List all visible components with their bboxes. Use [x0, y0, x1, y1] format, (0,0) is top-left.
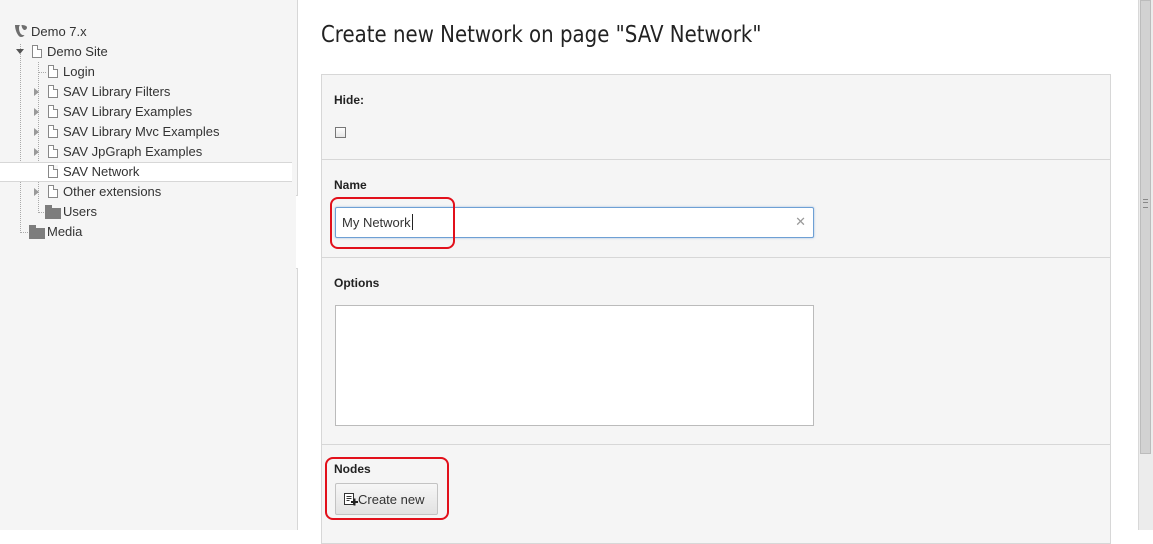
tree-item-sav-library-filters[interactable]: SAV Library Filters: [0, 82, 200, 102]
tree-item-label: SAV Library Examples: [63, 104, 193, 119]
tree-root-label: Demo 7.x: [31, 24, 87, 39]
page-icon: [32, 45, 42, 58]
tree-item-label: Media: [47, 224, 83, 239]
tree-item-sav-jpgraph-examples[interactable]: SAV JpGraph Examples: [0, 142, 220, 162]
tree-item-label: SAV Network: [63, 164, 140, 179]
tree-item-label: Login: [63, 64, 95, 79]
tree-item-sav-library-examples[interactable]: SAV Library Examples: [0, 102, 220, 122]
record-form: Hide: Name My Network ✕ Options Nodes Cr…: [321, 74, 1111, 544]
new-record-icon: [344, 493, 358, 506]
tree-item-sav-library-mvc-examples[interactable]: SAV Library Mvc Examples: [0, 122, 240, 142]
tree-item-label: SAV Library Filters: [63, 84, 171, 99]
tree-item-media[interactable]: Media: [0, 222, 200, 242]
folder-icon: [29, 225, 45, 239]
expand-arrow-icon[interactable]: [34, 188, 39, 196]
tree-item-label: Demo Site: [47, 44, 108, 59]
folder-icon: [45, 205, 61, 219]
page-title: Create new Network on page "SAV Network": [321, 22, 762, 48]
options-section: Options: [322, 258, 1110, 445]
tree-item-demo-site[interactable]: Demo Site: [0, 42, 200, 62]
page-icon: [48, 65, 58, 78]
page-icon: [48, 165, 58, 178]
tree-root[interactable]: Demo 7.x: [0, 22, 200, 42]
hide-section: Hide:: [322, 75, 1110, 160]
typo3-logo-icon: [15, 25, 27, 37]
tree-item-users[interactable]: Users: [0, 202, 200, 222]
options-textarea[interactable]: [335, 305, 814, 426]
tree-item-sav-network[interactable]: SAV Network: [0, 162, 292, 182]
expand-arrow-icon[interactable]: [34, 128, 39, 136]
main-content: Create new Network on page "SAV Network"…: [298, 0, 1138, 544]
hide-label: Hide:: [334, 93, 364, 107]
expand-arrow-icon[interactable]: [34, 108, 39, 116]
expand-arrow-icon[interactable]: [34, 88, 39, 96]
name-input-value: My Network: [342, 215, 411, 230]
collapse-arrow-icon[interactable]: [16, 49, 24, 54]
tree-item-other-extensions[interactable]: Other extensions: [0, 182, 200, 202]
tree-item-label: SAV JpGraph Examples: [63, 144, 203, 159]
expand-arrow-icon[interactable]: [34, 148, 39, 156]
hide-checkbox[interactable]: [335, 127, 346, 138]
create-new-node-button[interactable]: Create new: [335, 483, 438, 515]
tree-item-label: Other extensions: [63, 184, 162, 199]
tree-item-label: Users: [63, 204, 97, 219]
clear-icon[interactable]: ✕: [795, 214, 806, 230]
page-icon: [48, 145, 58, 158]
page-icon: [48, 85, 58, 98]
name-label: Name: [334, 178, 367, 192]
grip-icon: [1143, 199, 1148, 208]
tree-item-login[interactable]: Login: [0, 62, 200, 82]
page-icon: [48, 185, 58, 198]
text-caret: [412, 214, 413, 230]
options-label: Options: [334, 276, 380, 290]
create-new-label: Create new: [358, 492, 425, 507]
scrollbar-thumb[interactable]: [1140, 0, 1151, 454]
page-icon: [48, 125, 58, 138]
vertical-scrollbar[interactable]: [1138, 0, 1153, 530]
tree-item-label: SAV Library Mvc Examples: [63, 124, 220, 139]
page-icon: [48, 105, 58, 118]
name-section: Name My Network ✕: [322, 160, 1110, 258]
page-tree: Demo 7.x Demo Site Login SAV Library Fil…: [0, 0, 298, 530]
nodes-label: Nodes: [334, 462, 371, 476]
name-input[interactable]: My Network ✕: [335, 207, 814, 238]
